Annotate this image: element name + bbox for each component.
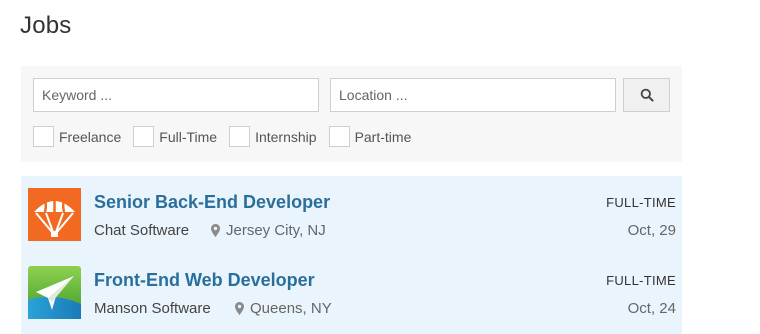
location-input[interactable] — [330, 78, 616, 112]
filter-freelance[interactable]: Freelance — [33, 126, 121, 147]
job-date: Oct, 29 — [627, 222, 676, 239]
job-title[interactable]: Front-End Web Developer — [94, 270, 315, 291]
full-time-checkbox[interactable] — [133, 126, 155, 147]
job-type: FULL-TIME — [606, 273, 676, 288]
job-listing[interactable]: Front-End Web Developer Manson Software … — [21, 254, 682, 332]
plane-logo — [28, 266, 81, 319]
job-location: Queens, NY — [235, 300, 332, 317]
part-time-checkbox[interactable] — [328, 126, 350, 147]
map-pin-icon — [235, 302, 244, 315]
job-type-filters: Freelance Full-Time Internship Part-time — [33, 126, 423, 147]
filter-label: Freelance — [59, 128, 122, 145]
filter-internship[interactable]: Internship — [229, 126, 317, 147]
job-listing[interactable]: Senior Back-End Developer Chat Software … — [21, 176, 682, 254]
company-name: Manson Software — [94, 300, 211, 317]
filter-label: Part-time — [354, 128, 412, 145]
filter-label: Internship — [255, 128, 317, 145]
job-location: Jersey City, NJ — [211, 222, 326, 239]
filter-full-time[interactable]: Full-Time — [133, 126, 217, 147]
filter-part-time[interactable]: Part-time — [328, 126, 412, 147]
freelance-checkbox[interactable] — [33, 126, 54, 147]
search-button[interactable] — [623, 78, 670, 112]
keyword-input[interactable] — [33, 78, 319, 112]
map-pin-icon — [211, 224, 220, 237]
page-title: Jobs — [20, 12, 72, 39]
filter-label: Full-Time — [159, 128, 218, 145]
job-type: FULL-TIME — [606, 195, 676, 210]
parachute-logo — [28, 188, 81, 241]
location-text: Queens, NY — [250, 300, 332, 317]
job-title[interactable]: Senior Back-End Developer — [94, 192, 330, 213]
search-icon — [640, 88, 654, 102]
job-filter-panel: Freelance Full-Time Internship Part-time — [21, 66, 682, 162]
company-name: Chat Software — [94, 222, 190, 239]
job-list: Senior Back-End Developer Chat Software … — [21, 176, 682, 334]
job-date: Oct, 24 — [627, 300, 676, 317]
internship-checkbox[interactable] — [229, 126, 251, 147]
location-text: Jersey City, NJ — [226, 222, 326, 239]
